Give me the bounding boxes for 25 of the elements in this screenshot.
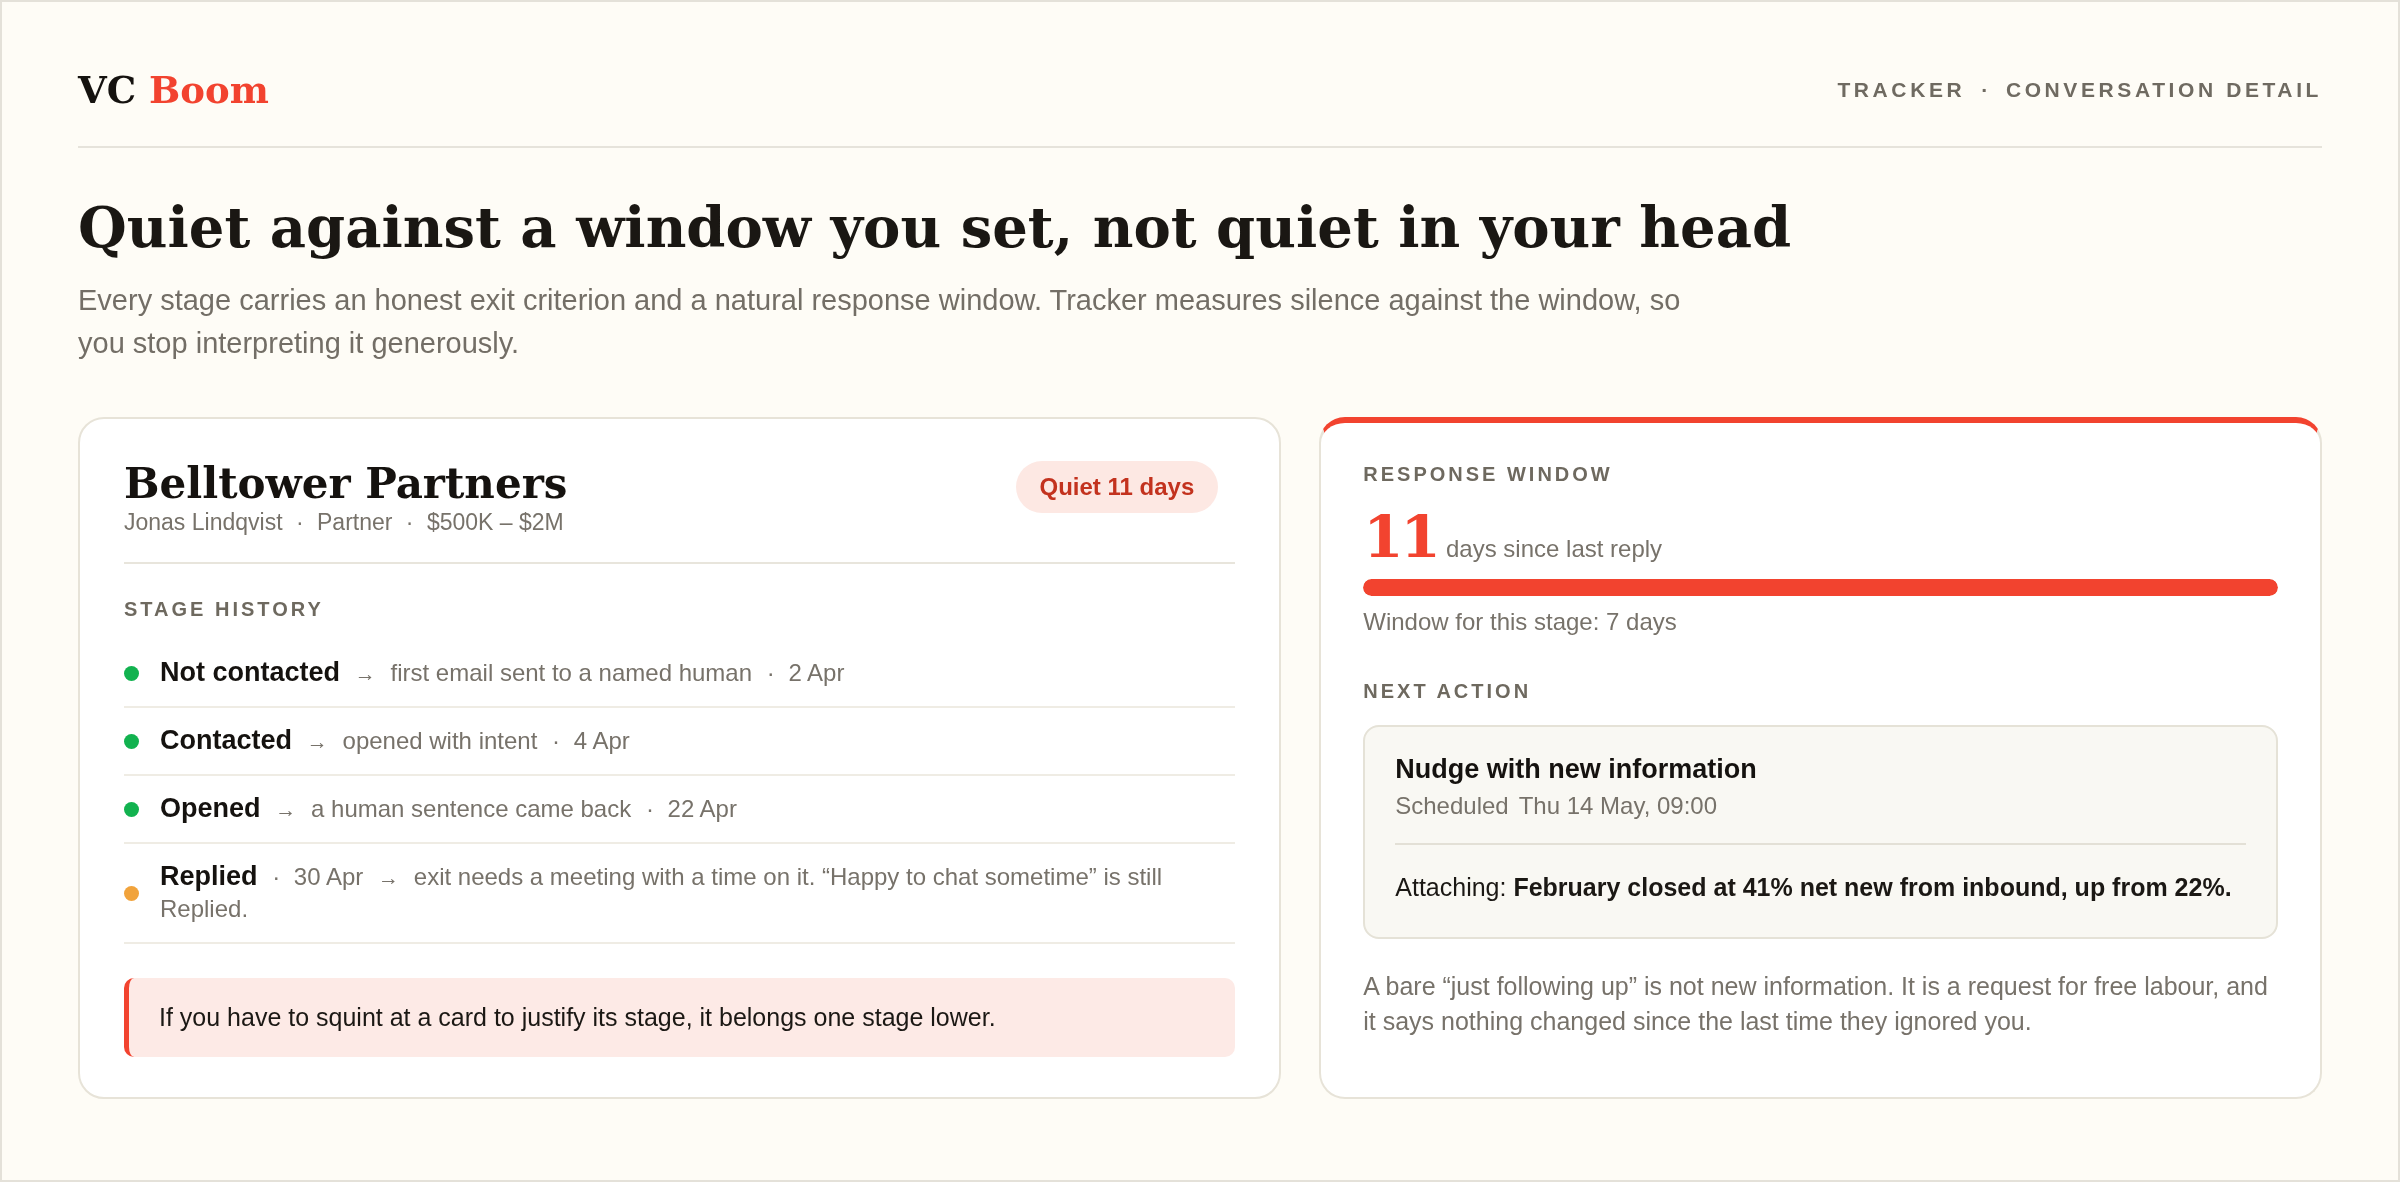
schedule-label: Scheduled bbox=[1395, 792, 1509, 819]
action-title: Nudge with new information bbox=[1395, 753, 1758, 786]
schedule-time: Thu 14 May, 09:00 bbox=[1518, 792, 1718, 819]
page-heading: Quiet against a window you set, not quiet in your head bbox=[78, 194, 1793, 260]
days-count: 11 bbox=[1363, 507, 1438, 567]
section-label: NEXT ACTION bbox=[1363, 679, 1533, 703]
stage-entry: Replied · 30 Apr → exit needs a meeting with a time on it. “Happy to chat sometime” is still Replied. bbox=[160, 861, 1164, 924]
stage-entry: Opened → a human sentence came back · 22 Apr bbox=[160, 793, 737, 825]
attachment-text: Attaching: February closed at 41% net new from inbound, up from 22%. bbox=[1395, 872, 2233, 903]
firm-name: Belltower Partners bbox=[124, 461, 568, 507]
intro-text: Every stage carries an honest exit criterion and a natural response window. Tracker measures silence against the window, so you stop interpreting it generously. bbox=[78, 283, 1682, 361]
tip-callout: If you have to squint at a card to justify its stage, it belongs one stage lower. bbox=[124, 978, 1236, 1057]
status-badge: Quiet 11 days bbox=[1015, 461, 1219, 513]
section-label: RESPONSE WINDOW bbox=[1363, 462, 1614, 486]
logo: VC Boom bbox=[78, 67, 269, 114]
breadcrumb-link[interactable]: CONVERSATION DETAIL bbox=[2005, 78, 2322, 102]
footnote-text: A bare “just following up” is not new information. It is a request for free labour, and it says nothing changed since the last time they ignored you. bbox=[1363, 971, 2269, 1037]
stage-entry: Not contacted → first email sent to a named human · 2 Apr bbox=[160, 657, 845, 689]
section-label: STAGE HISTORY bbox=[124, 597, 325, 621]
contact-details: Jonas Lindqvist · Partner · $500K – $2M bbox=[124, 508, 565, 537]
window-note: Window for this stage: 7 days bbox=[1363, 607, 1678, 637]
stage-entry: Contacted → opened with intent · 4 Apr bbox=[160, 725, 630, 757]
breadcrumb-link[interactable]: TRACKER bbox=[1837, 78, 1966, 102]
breadcrumb-separator: · bbox=[1981, 78, 1992, 102]
days-label: days since last reply bbox=[1446, 534, 1663, 564]
